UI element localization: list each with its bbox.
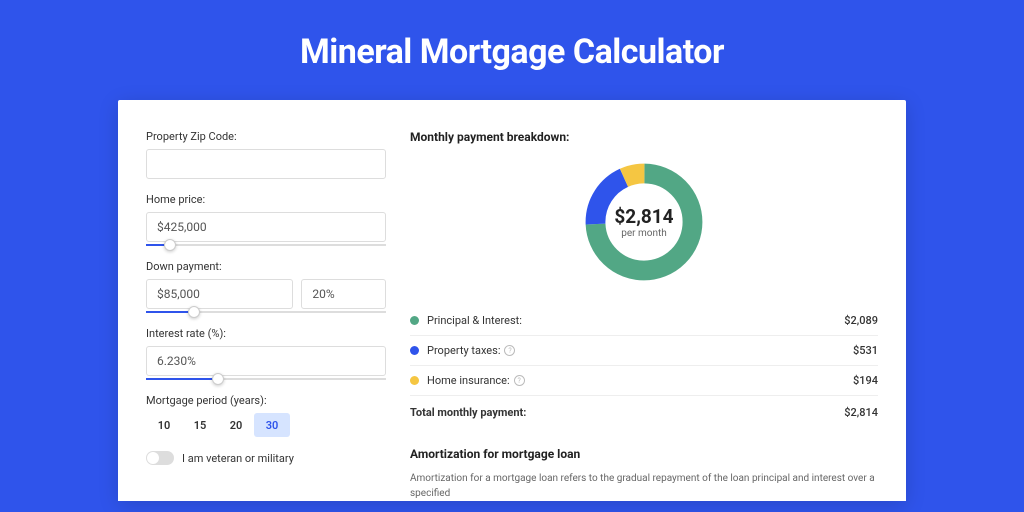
down-payment-slider[interactable] [146,311,386,313]
home-price-input[interactable] [146,212,386,242]
amortization-text: Amortization for a mortgage loan refers … [410,471,878,501]
toggle-knob [147,452,159,464]
period-buttons: 10152030 [146,413,386,437]
total-row: Total monthly payment: $2,814 [410,396,878,435]
home-price-slider[interactable] [146,244,386,246]
breakdown-title: Monthly payment breakdown: [410,130,878,144]
home-price-label: Home price: [146,193,386,206]
interest-rate-slider[interactable] [146,378,386,380]
legend-row: Home insurance:? $194 [410,366,878,396]
legend-row: Property taxes:? $531 [410,336,878,366]
slider-thumb[interactable] [164,239,176,251]
calculator-card: Property Zip Code: Home price: Down paym… [118,100,906,501]
period-button-15[interactable]: 15 [182,413,218,437]
payment-donut-chart: $2,814 per month [580,158,708,286]
legend-label: Principal & Interest: [427,314,522,327]
zip-input[interactable] [146,149,386,179]
veteran-label: I am veteran or military [182,452,294,465]
legend-dot [410,346,419,355]
legend-dot [410,316,419,325]
legend-row: Principal & Interest: $2,089 [410,306,878,336]
period-button-30[interactable]: 30 [254,413,290,437]
legend-label: Property taxes:? [427,344,515,357]
slider-thumb[interactable] [188,306,200,318]
period-button-20[interactable]: 20 [218,413,254,437]
interest-rate-input[interactable] [146,346,386,376]
veteran-toggle[interactable] [146,451,174,465]
legend-value: $194 [853,374,878,387]
amortization-title: Amortization for mortgage loan [410,447,878,461]
zip-label: Property Zip Code: [146,130,386,143]
legend-value: $531 [853,344,878,357]
info-icon[interactable]: ? [504,345,515,356]
down-payment-label: Down payment: [146,260,386,273]
legend-label: Home insurance:? [427,374,525,387]
slider-thumb[interactable] [212,373,224,385]
period-button-10[interactable]: 10 [146,413,182,437]
total-value: $2,814 [844,406,878,419]
info-icon[interactable]: ? [514,375,525,386]
interest-rate-label: Interest rate (%): [146,327,386,340]
down-payment-pct-input[interactable] [301,279,386,309]
period-label: Mortgage period (years): [146,394,386,407]
breakdown-panel: Monthly payment breakdown: $2,814 per mo… [410,130,878,501]
donut-sub: per month [621,228,667,239]
page-title: Mineral Mortgage Calculator [0,0,1024,100]
total-label: Total monthly payment: [410,406,526,419]
legend-dot [410,376,419,385]
legend-value: $2,089 [844,314,878,327]
donut-amount: $2,814 [614,205,673,228]
down-payment-input[interactable] [146,279,293,309]
form-panel: Property Zip Code: Home price: Down paym… [146,130,386,501]
